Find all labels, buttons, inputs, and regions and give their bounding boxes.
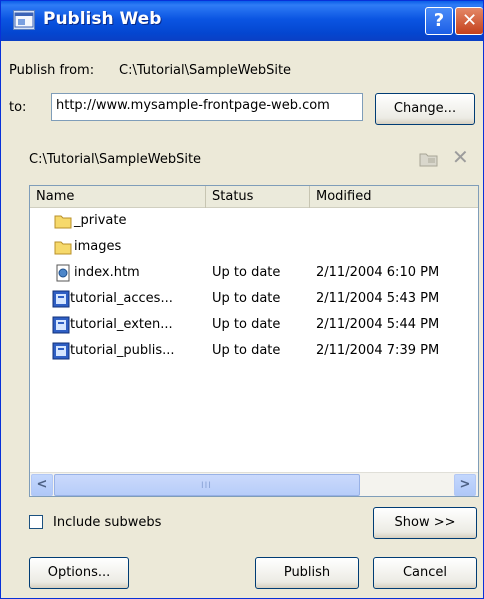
file-name: tutorial_publis... — [70, 343, 175, 358]
horizontal-scrollbar[interactable]: < III > — [30, 472, 478, 496]
publish-to-url: http://www.mysample-frontpage-web.com — [51, 93, 363, 121]
folder-icon — [54, 215, 72, 229]
column-header-name[interactable]: Name — [30, 186, 206, 208]
publish-from-path: C:\Tutorial\SampleWebSite — [119, 63, 292, 78]
page-file-icon — [52, 316, 70, 334]
file-row[interactable]: index.htm Up to date 2/11/2004 6:10 PM — [30, 262, 478, 286]
file-name: images — [74, 239, 122, 254]
file-list-header: Name Status Modified — [30, 186, 478, 208]
file-list[interactable]: Name Status Modified _private images ind… — [29, 185, 479, 497]
file-name: tutorial_acces... — [70, 291, 173, 306]
file-modified: 2/11/2004 7:39 PM — [316, 343, 440, 358]
file-name: tutorial_exten... — [70, 317, 173, 332]
file-modified: 2/11/2004 5:44 PM — [316, 317, 440, 332]
file-status: Up to date — [212, 343, 281, 358]
file-list-path: C:\Tutorial\SampleWebSite — [29, 152, 202, 167]
publish-from-label: Publish from: — [9, 63, 95, 78]
file-modified: 2/11/2004 6:10 PM — [316, 265, 440, 280]
file-row[interactable]: tutorial_acces... Up to date 2/11/2004 5… — [30, 288, 478, 312]
column-header-status[interactable]: Status — [206, 186, 310, 208]
close-button[interactable]: ✕ — [455, 7, 483, 35]
folder-icon — [54, 241, 72, 255]
page-file-icon — [52, 342, 70, 360]
publish-web-icon — [13, 10, 35, 30]
scrollbar-grip: III — [201, 481, 212, 491]
options-button[interactable]: Options... — [29, 557, 129, 589]
file-row[interactable]: _private — [30, 210, 478, 234]
delete-icon[interactable]: ✕ — [452, 145, 469, 169]
html-file-icon — [56, 264, 70, 282]
scroll-right-button[interactable]: > — [454, 474, 476, 496]
scrollbar-thumb[interactable]: III — [54, 474, 360, 496]
title-bar[interactable]: Publish Web ? ✕ — [1, 1, 483, 41]
help-button[interactable]: ? — [425, 7, 453, 35]
folder-properties-icon[interactable] — [419, 149, 439, 173]
window-title: Publish Web — [43, 9, 162, 29]
publish-button[interactable]: Publish — [255, 557, 359, 589]
file-name: _private — [74, 213, 127, 228]
page-file-icon — [52, 290, 70, 308]
publish-to-label: to: — [9, 100, 27, 115]
include-subwebs-checkbox[interactable] — [29, 515, 43, 529]
file-status: Up to date — [212, 265, 281, 280]
file-row[interactable]: tutorial_publis... Up to date 2/11/2004 … — [30, 340, 478, 364]
file-row[interactable]: tutorial_exten... Up to date 2/11/2004 5… — [30, 314, 478, 338]
scroll-left-button[interactable]: < — [31, 474, 53, 496]
file-status: Up to date — [212, 291, 281, 306]
change-button[interactable]: Change... — [375, 93, 475, 125]
publish-web-dialog: Publish Web ? ✕ Publish from: C:\Tutoria… — [0, 0, 484, 599]
include-subwebs-label[interactable]: Include subwebs — [53, 515, 161, 530]
show-button[interactable]: Show >> — [373, 507, 477, 539]
file-row[interactable]: images — [30, 236, 478, 260]
cancel-button[interactable]: Cancel — [373, 557, 477, 589]
column-header-modified[interactable]: Modified — [310, 186, 478, 208]
file-name: index.htm — [74, 265, 140, 280]
file-modified: 2/11/2004 5:43 PM — [316, 291, 440, 306]
file-status: Up to date — [212, 317, 281, 332]
